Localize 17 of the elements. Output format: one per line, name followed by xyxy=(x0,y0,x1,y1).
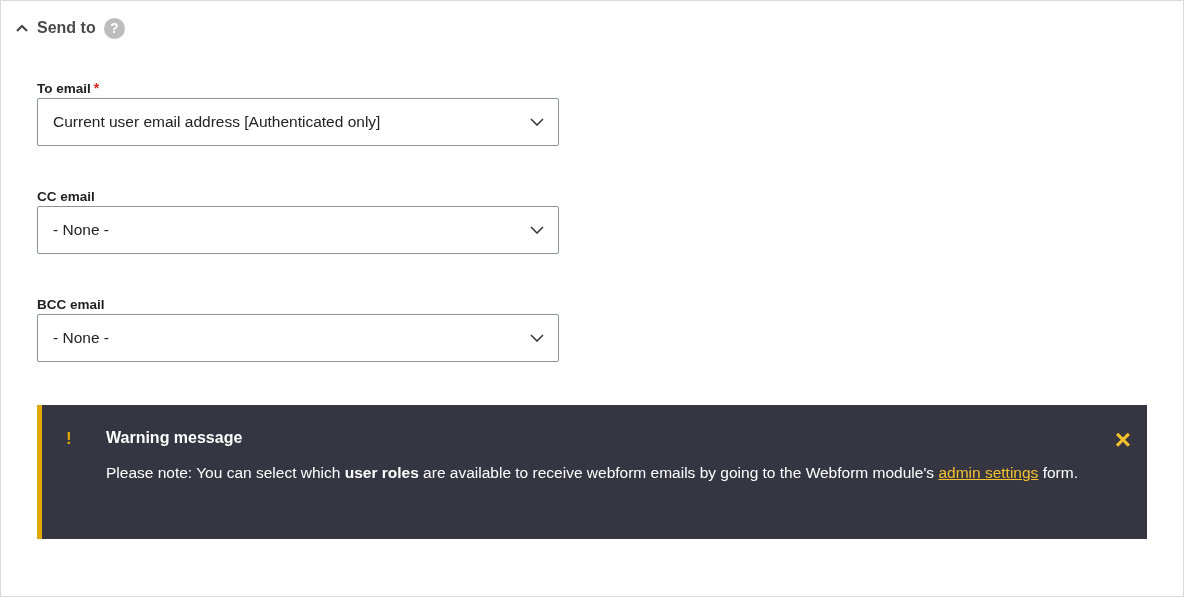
required-marker: * xyxy=(93,80,100,96)
exclamation-icon: ! xyxy=(66,429,106,449)
select-field[interactable]: Current user email address [Authenticated only] xyxy=(37,98,559,146)
field-label: BCC email xyxy=(37,297,105,312)
chevron-up-icon[interactable] xyxy=(15,23,29,33)
field-label: CC email xyxy=(37,189,95,204)
close-button[interactable]: × xyxy=(1114,429,1131,451)
chevron-down-icon xyxy=(530,118,544,126)
admin-settings-link[interactable]: admin settings xyxy=(938,464,1039,481)
alert-message: Please note: You can select which user roles are available to receive webform emails by going to the Webform module's admin settings form. xyxy=(106,463,1079,483)
section-title[interactable]: Send to xyxy=(37,19,96,37)
chevron-down-icon xyxy=(530,334,544,342)
chevron-down-icon xyxy=(530,226,544,234)
alert-title: Warning message xyxy=(106,429,244,447)
select-field[interactable]: - None - xyxy=(37,314,559,362)
select-field[interactable]: - None - xyxy=(37,206,559,254)
field-label: To email xyxy=(37,81,91,96)
